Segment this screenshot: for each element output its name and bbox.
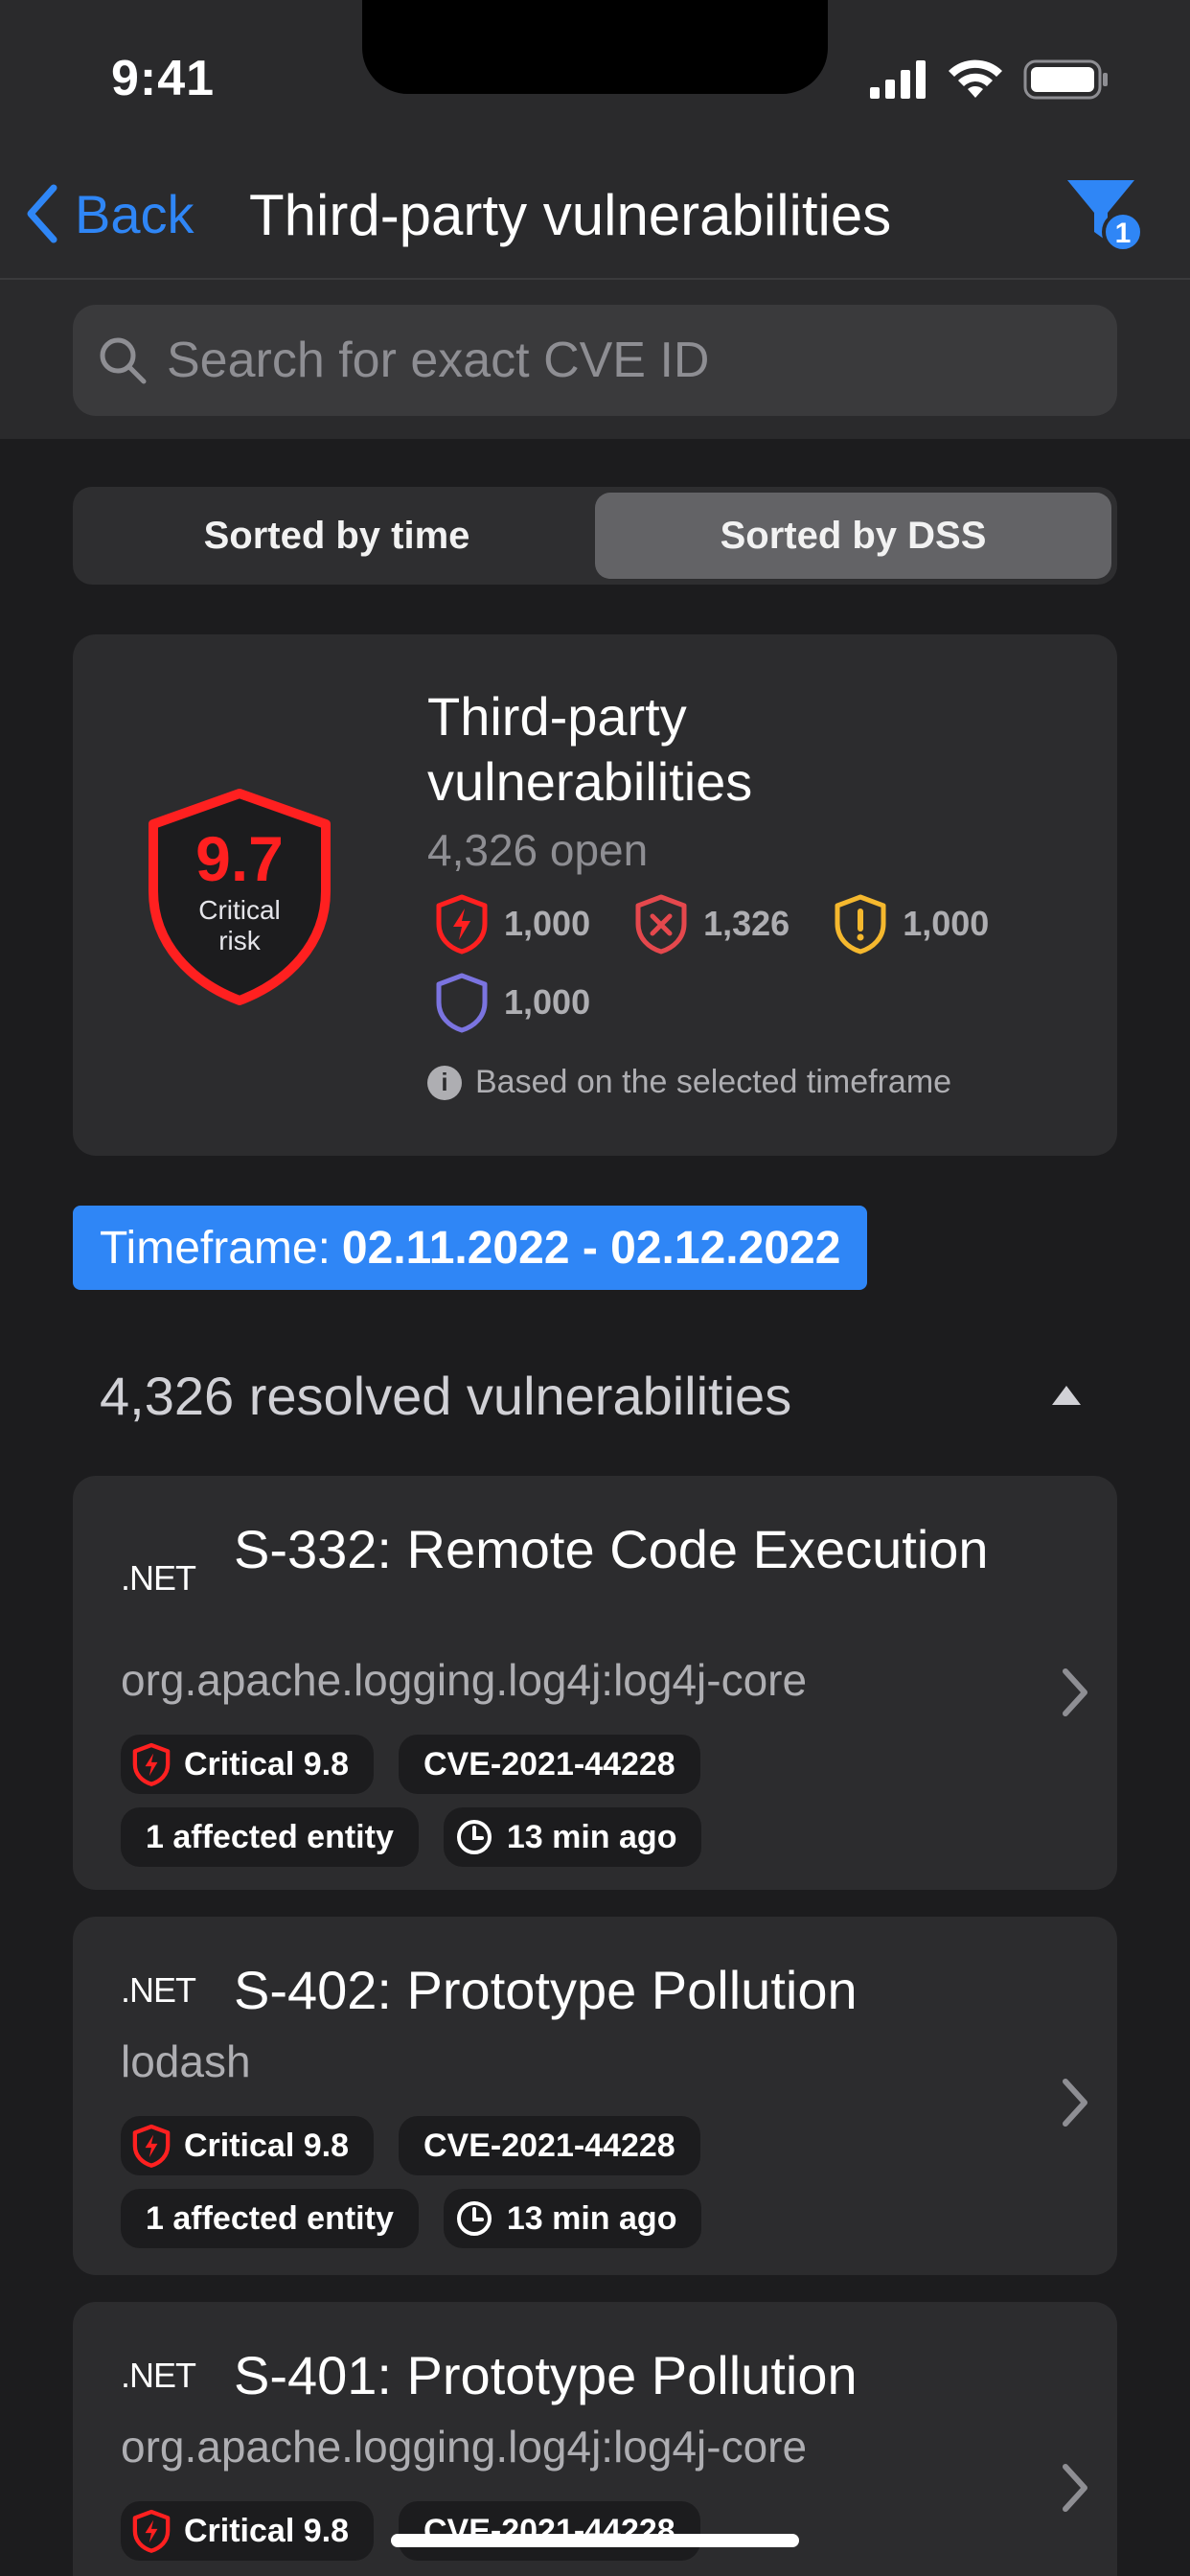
battery-icon — [1023, 59, 1108, 100]
package-name: org.apache.logging.log4j:log4j-core — [121, 1655, 808, 1705]
vulnerability-title: S-402: Prototype Pollution — [234, 1960, 858, 2020]
chip-row-2: 1 affected entity 13 min ago — [121, 2189, 702, 2248]
chevron-left-icon — [27, 184, 57, 243]
status-icons — [870, 59, 1110, 100]
chip-row-2: 1 affected entity 13 min ago — [121, 1807, 702, 1867]
clock-icon — [456, 1820, 492, 1854]
filter-count-badge: 1 — [1115, 218, 1132, 249]
critical-count: 1,000 — [435, 893, 590, 954]
critical-shield-icon — [132, 1742, 171, 1786]
search-area: Search for exact CVE ID — [0, 280, 1190, 439]
sort-by-dss-tab[interactable]: Sorted by DSS — [595, 493, 1111, 579]
clock-icon — [456, 2201, 492, 2236]
status-time: 9:41 — [111, 51, 216, 106]
risk-label: Critical risk — [198, 895, 281, 955]
package-name: org.apache.logging.log4j:log4j-core — [121, 2422, 808, 2472]
package-name: lodash — [121, 2036, 251, 2086]
cve-chip: CVE-2021-44228 — [398, 1735, 700, 1794]
severity-chip: Critical 9.8 — [121, 2116, 374, 2175]
severity-row-2: 1,000 — [435, 972, 619, 1033]
language-label: .NET — [121, 1558, 196, 1598]
vulnerability-title: S-332: Remote Code Execution — [234, 1519, 989, 1579]
time-chip: 13 min ago — [443, 1807, 702, 1867]
filter-icon[interactable]: 1 — [1064, 174, 1146, 257]
vulnerability-card[interactable]: .NET S-332: Remote Code Execution org.ap… — [73, 1476, 1117, 1890]
vulnerability-title: S-401: Prototype Pollution — [234, 2345, 858, 2405]
language-label: .NET — [121, 1970, 196, 2010]
wifi-icon — [949, 59, 1002, 98]
navigation-bar: Back Third-party vulnerabilities 1 — [0, 153, 1190, 280]
chevron-right-icon — [1063, 2464, 1087, 2512]
high-count: 1,326 — [634, 893, 790, 954]
high-shield-icon — [635, 894, 687, 954]
summary-card: 9.7 Critical risk Third-party vulnerabil… — [73, 634, 1117, 1156]
time-chip: 13 min ago — [443, 2189, 702, 2248]
chip-row: Critical 9.8 CVE-2021-44228 — [121, 2501, 700, 2561]
timeframe-note: i Based on the selected timeframe — [427, 1064, 951, 1101]
resolved-section-header[interactable]: 4,326 resolved vulnerabilities — [100, 1365, 791, 1427]
risk-score: 9.7 — [195, 823, 284, 894]
timeframe-badge[interactable]: Timeframe: 02.11.2022 - 02.12.2022 — [73, 1206, 868, 1290]
cve-chip: CVE-2021-44228 — [398, 2116, 700, 2175]
cellular-signal-icon — [870, 60, 926, 99]
risk-score-block: 9.7 Critical risk — [144, 786, 335, 956]
summary-title: Third-party vulnerabilities — [427, 686, 753, 812]
info-icon: i — [427, 1065, 462, 1100]
critical-shield-icon — [132, 2124, 171, 2168]
search-input[interactable]: Search for exact CVE ID — [73, 305, 1117, 416]
chevron-right-icon — [1063, 2079, 1087, 2127]
low-count: 1,000 — [435, 972, 590, 1033]
open-count: 4,326 open — [427, 825, 649, 875]
search-icon — [100, 337, 147, 384]
severity-chip: Critical 9.8 — [121, 1735, 374, 1794]
low-shield-icon — [436, 973, 488, 1033]
page-title: Third-party vulnerabilities — [249, 183, 892, 247]
timeframe-label: Timeframe: — [100, 1222, 331, 1274]
chip-row: Critical 9.8 CVE-2021-44228 — [121, 2116, 700, 2175]
search-placeholder: Search for exact CVE ID — [167, 333, 710, 388]
language-label: .NET — [121, 2356, 196, 2395]
medium-count: 1,000 — [834, 893, 989, 954]
severity-row: 1,000 1,326 1,000 — [435, 893, 1018, 954]
collapse-caret-icon[interactable] — [1052, 1386, 1081, 1405]
chevron-right-icon — [1063, 1668, 1087, 1716]
home-indicator[interactable] — [391, 2534, 799, 2547]
cve-chip: CVE-2021-44228 — [398, 2501, 700, 2561]
affected-entity-chip: 1 affected entity — [121, 1807, 419, 1867]
critical-shield-icon — [132, 2509, 171, 2553]
sort-segmented-control: Sorted by time Sorted by DSS — [73, 487, 1117, 585]
back-label: Back — [75, 183, 195, 244]
critical-shield-icon — [436, 894, 488, 954]
vulnerability-card[interactable]: .NET S-402: Prototype Pollution lodash C… — [73, 1917, 1117, 2275]
back-button[interactable]: Back — [23, 182, 195, 245]
medium-shield-icon — [835, 894, 886, 954]
severity-chip: Critical 9.8 — [121, 2501, 374, 2561]
sort-by-time-tab[interactable]: Sorted by time — [79, 493, 595, 579]
device-notch — [362, 0, 828, 94]
affected-entity-chip: 1 affected entity — [121, 2189, 419, 2248]
chip-row: Critical 9.8 CVE-2021-44228 — [121, 1735, 700, 1794]
status-bar: 9:41 — [0, 0, 1190, 153]
timeframe-range: 02.11.2022 - 02.12.2022 — [341, 1222, 841, 1274]
